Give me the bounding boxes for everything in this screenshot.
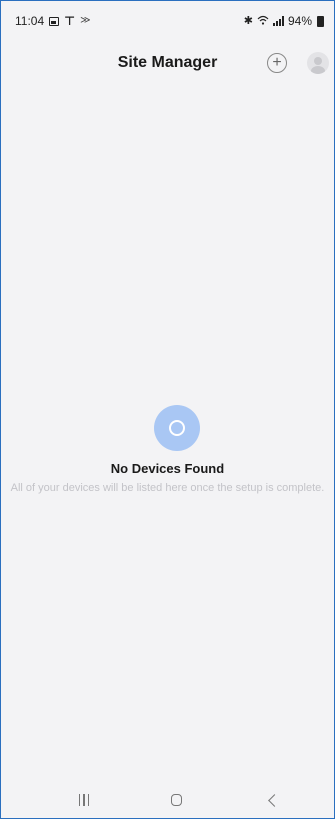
wifi-icon bbox=[257, 15, 269, 28]
status-bar: 11:04 ⊤ ≫ ✱ 94% bbox=[1, 1, 334, 41]
nfc-icon: ≫ bbox=[80, 15, 91, 26]
back-button[interactable] bbox=[257, 789, 287, 811]
status-right: ✱ 94% bbox=[244, 14, 324, 28]
recent-apps-icon bbox=[78, 794, 90, 806]
bluetooth-icon: ✱ bbox=[243, 14, 253, 27]
gallery-icon bbox=[49, 16, 60, 26]
app-header: Site Manager + bbox=[1, 41, 334, 85]
recent-apps-button[interactable] bbox=[69, 789, 99, 811]
battery-icon bbox=[317, 15, 324, 27]
battery-percent: 94% bbox=[287, 14, 312, 28]
signal-icon bbox=[272, 16, 284, 26]
status-left: 11:04 ⊤ ≫ bbox=[15, 14, 91, 28]
app-screen: 11:04 ⊤ ≫ ✱ 94% Site Manager + No Device… bbox=[0, 0, 335, 819]
user-avatar-icon[interactable] bbox=[307, 52, 329, 74]
status-time: 11:04 bbox=[15, 14, 45, 28]
empty-state-title: No Devices Found bbox=[110, 461, 225, 476]
home-icon bbox=[170, 794, 182, 806]
back-icon bbox=[267, 793, 281, 807]
add-circle-icon: + bbox=[272, 54, 282, 71]
system-nav-bar bbox=[1, 783, 334, 817]
empty-device-icon bbox=[154, 405, 200, 451]
antenna-icon: ⊤ bbox=[64, 14, 76, 28]
empty-state-description: All of your devices will be listed here … bbox=[10, 482, 325, 494]
home-button[interactable] bbox=[161, 789, 191, 811]
add-device-button[interactable]: + bbox=[267, 53, 287, 73]
